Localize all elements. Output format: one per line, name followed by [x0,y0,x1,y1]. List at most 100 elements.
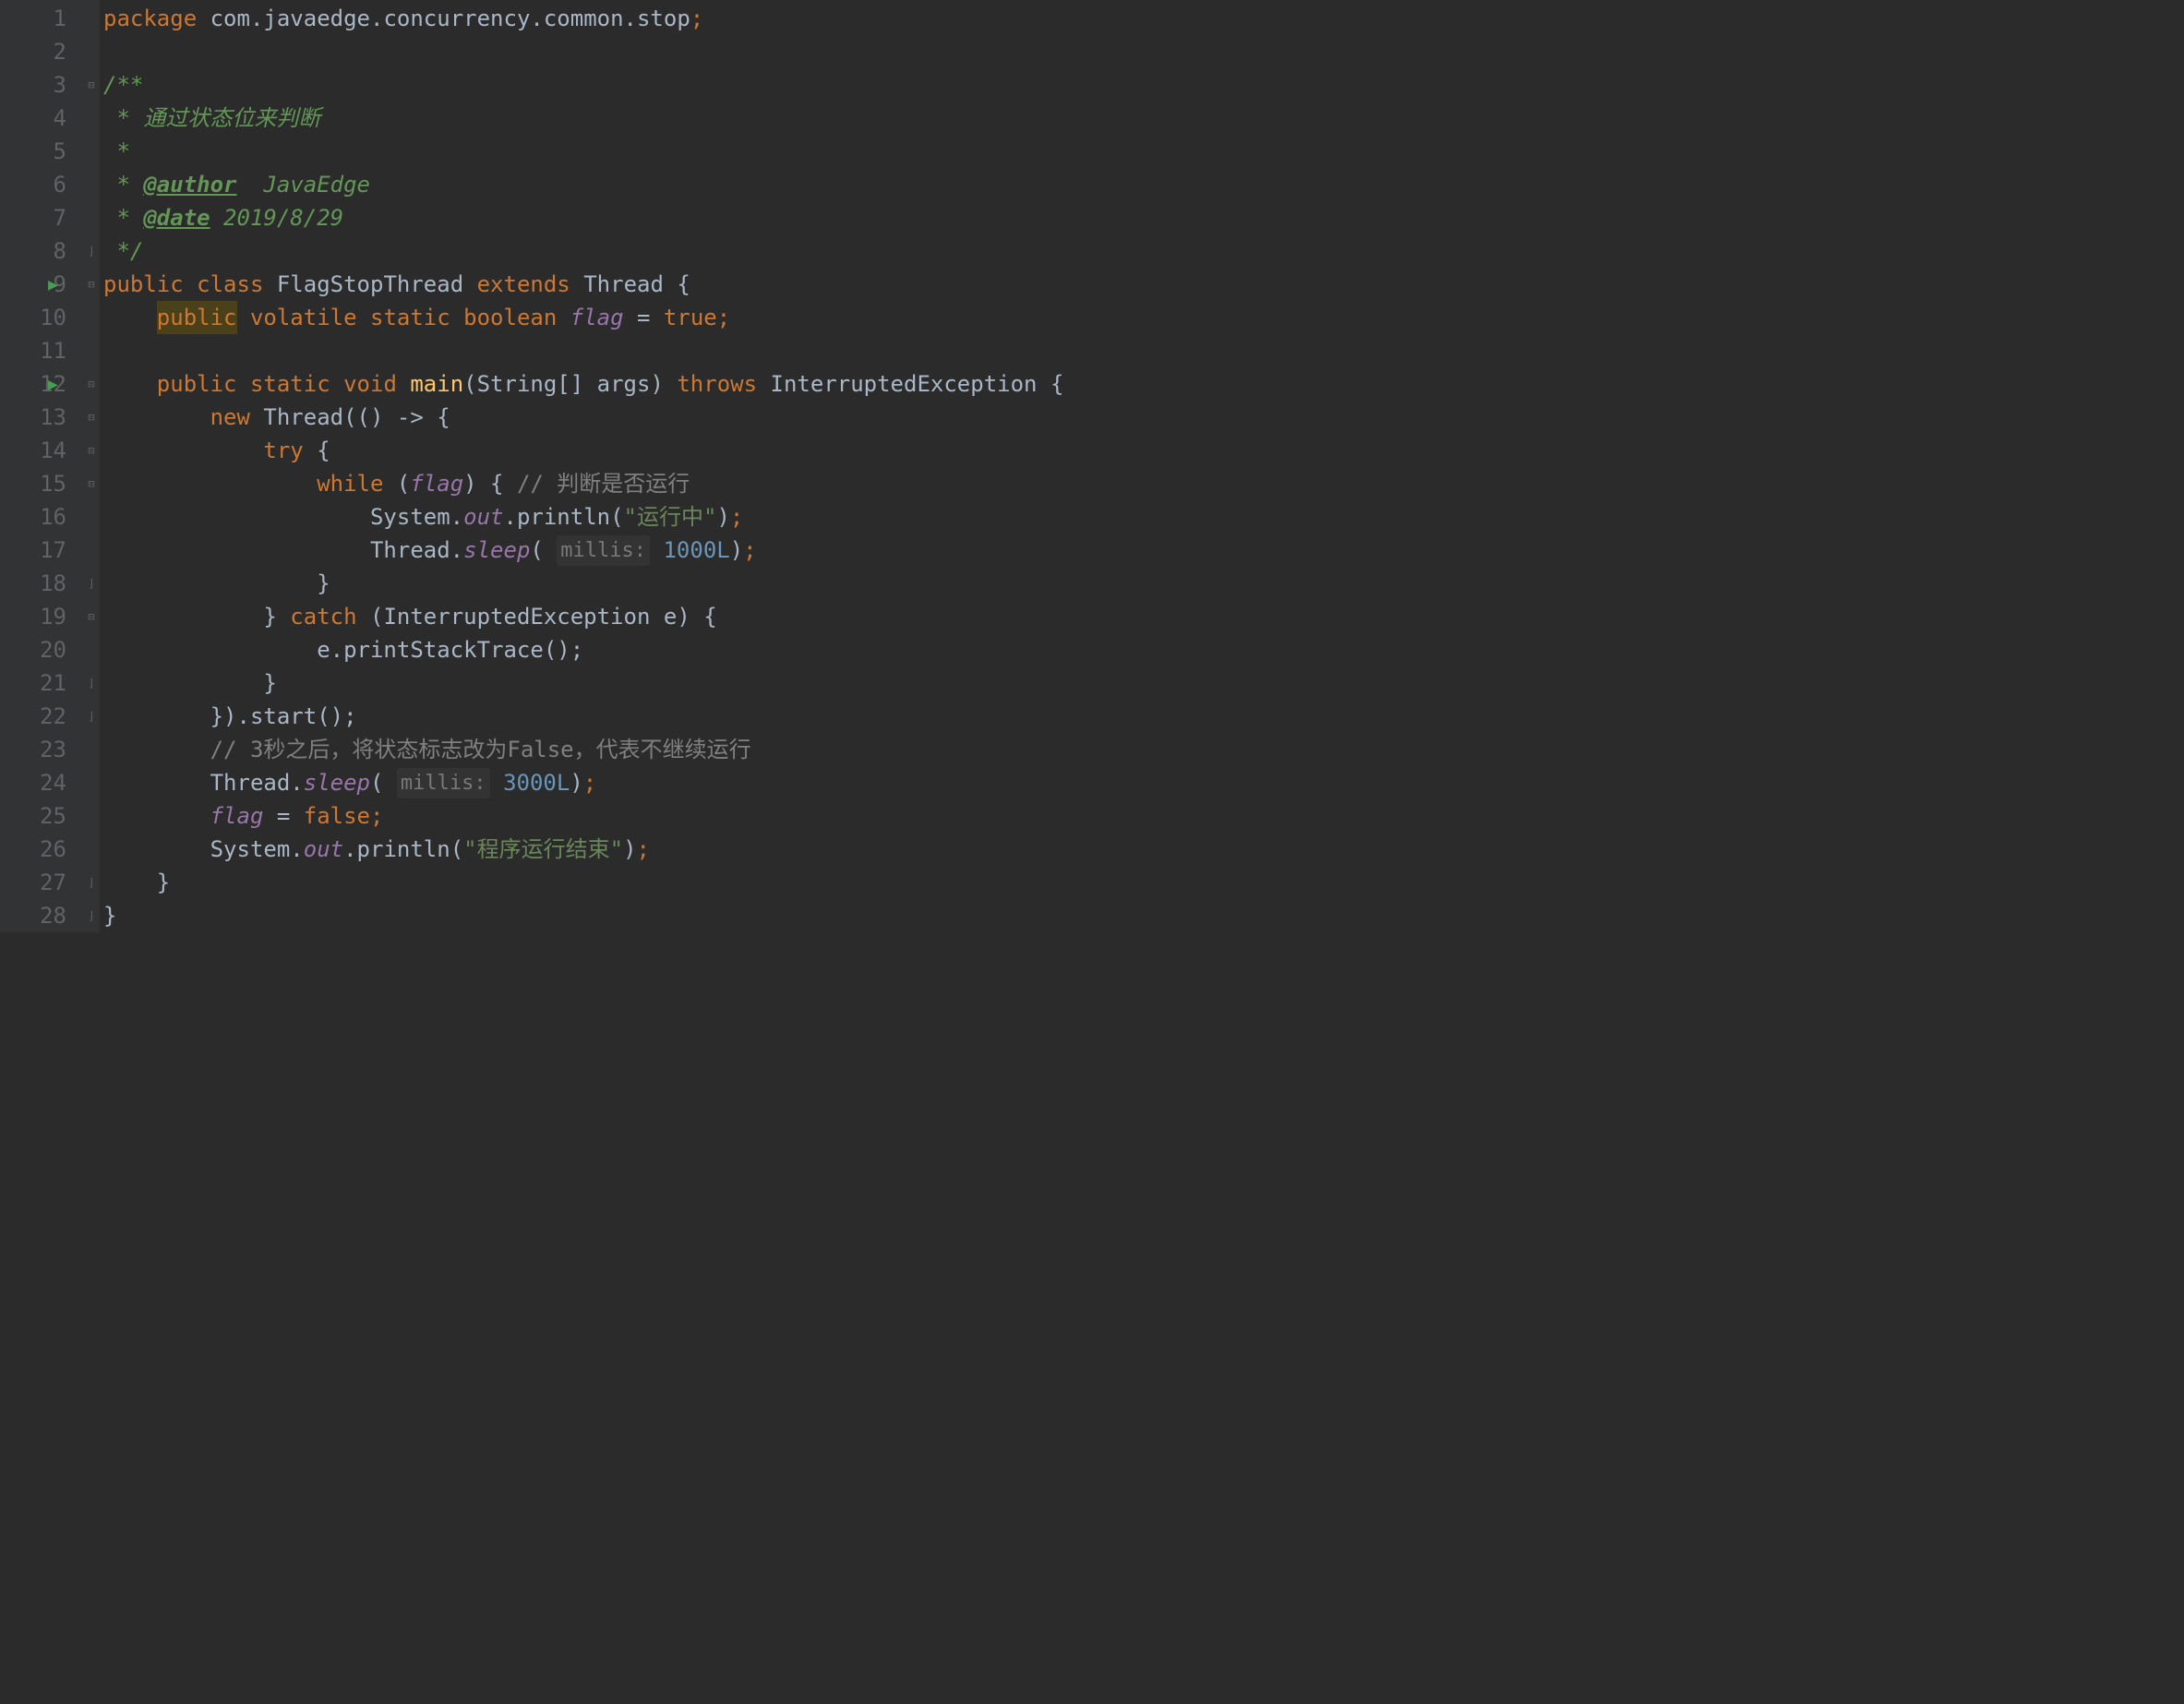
line-number[interactable]: 10 [0,301,83,334]
keyword-throws: throws [677,367,757,401]
run-icon[interactable]: ▶ [48,372,58,397]
line-number[interactable]: 15 [0,467,83,500]
code-line[interactable]: flag = false; [103,799,2184,833]
line-number[interactable]: 4 [0,102,83,135]
line-number[interactable]: 17 [0,534,83,567]
code-line[interactable]: */ [103,234,2184,268]
code-line[interactable]: * @author JavaEdge [103,168,2184,201]
line-number[interactable]: 24 [0,766,83,799]
println: .println( [504,500,624,534]
equals: = [624,301,664,334]
semicolon: ; [743,534,756,567]
code-line[interactable]: } [103,866,2184,899]
fold-toggle-icon[interactable]: ⊟ [83,68,100,102]
fold-marker [83,500,100,534]
line-number[interactable]: 16 [0,500,83,534]
code-editor[interactable]: package com.javaedge.concurrency.common.… [100,0,2184,932]
field-flag: flag [570,301,624,334]
keyword-package: package [103,2,197,35]
code-line[interactable]: } [103,899,2184,932]
code-line[interactable]: public volatile static boolean flag = tr… [103,301,2184,334]
code-line[interactable]: }).start(); [103,700,2184,733]
line-number[interactable]: ▶9 [0,268,83,301]
code-line[interactable]: public class FlagStopThread extends Thre… [103,268,2184,301]
line-number[interactable]: 26 [0,833,83,866]
semicolon: ; [637,833,650,866]
line-number[interactable]: 8 [0,234,83,268]
fold-end-icon[interactable]: ⌋ [83,899,100,932]
line-number[interactable]: 28 [0,899,83,932]
code-line[interactable]: // 3秒之后，将状态标志改为False，代表不继续运行 [103,733,2184,766]
line-number[interactable]: 13 [0,401,83,434]
line-number[interactable]: 25 [0,799,83,833]
line-number[interactable]: 5 [0,135,83,168]
brace: } [157,866,170,899]
fold-toggle-icon[interactable]: ⊟ [83,467,100,500]
line-number[interactable]: 21 [0,666,83,700]
code-line[interactable]: new Thread(() -> { [103,401,2184,434]
comment: // 判断是否运行 [517,467,690,500]
fold-end-icon[interactable]: ⌋ [83,567,100,600]
code-line[interactable]: Thread.sleep( millis: 3000L); [103,766,2184,799]
line-number[interactable]: 22 [0,700,83,733]
string-literal: "程序运行结束" [463,833,623,866]
fold-marker [83,534,100,567]
code-line[interactable]: * 通过状态位来判断 [103,102,2184,135]
fold-end-icon[interactable]: ⌋ [83,700,100,733]
keyword-class: class [197,268,263,301]
fold-toggle-icon[interactable]: ⊟ [83,600,100,633]
javadoc-star: * [103,201,143,234]
fold-marker [83,633,100,666]
line-number[interactable]: 27 [0,866,83,899]
code-line[interactable] [103,334,2184,367]
line-number[interactable]: 11 [0,334,83,367]
code-line[interactable]: System.out.println("程序运行结束"); [103,833,2184,866]
javadoc-star: * [103,102,143,135]
line-number[interactable]: 2 [0,35,83,68]
line-number[interactable]: 6 [0,168,83,201]
code-line[interactable]: public static void main(String[] args) t… [103,367,2184,401]
line-number[interactable]: 20 [0,633,83,666]
line-number[interactable]: 1 [0,2,83,35]
line-number[interactable]: 19 [0,600,83,633]
keyword-catch: catch [290,600,356,633]
code-line[interactable]: * @date 2019/8/29 [103,201,2184,234]
line-number[interactable]: 23 [0,733,83,766]
param-hint-millis: millis: [557,535,650,566]
keyword-volatile: volatile [250,301,357,334]
javadoc-start: /** [103,68,143,102]
line-number[interactable]: ▶12 [0,367,83,401]
run-icon[interactable]: ▶ [48,272,58,297]
line-number[interactable]: 18 [0,567,83,600]
code-line[interactable]: } [103,567,2184,600]
code-line[interactable]: while (flag) { // 判断是否运行 [103,467,2184,500]
field-out: out [304,833,343,866]
line-number[interactable]: 14 [0,434,83,467]
line-number[interactable]: 3 [0,68,83,102]
code-line[interactable]: Thread.sleep( millis: 1000L); [103,534,2184,567]
code-line[interactable]: try { [103,434,2184,467]
package-name: com.javaedge.concurrency.common.stop [210,2,690,35]
fold-toggle-icon[interactable]: ⊟ [83,367,100,401]
code-line[interactable]: } catch (InterruptedException e) { [103,600,2184,633]
brace: { [677,268,690,301]
fold-end-icon[interactable]: ⌋ [83,666,100,700]
code-line[interactable]: } [103,666,2184,700]
fold-toggle-icon[interactable]: ⊟ [83,268,100,301]
code-line[interactable]: System.out.println("运行中"); [103,500,2184,534]
fold-toggle-icon[interactable]: ⊟ [83,434,100,467]
code-line[interactable] [103,35,2184,68]
code-line[interactable]: * [103,135,2184,168]
code-line[interactable]: package com.javaedge.concurrency.common.… [103,2,2184,35]
code-line[interactable]: e.printStackTrace(); [103,633,2184,666]
keyword-void: void [343,367,397,401]
line-number[interactable]: 7 [0,201,83,234]
thread-ctor: Thread(() -> { [250,401,450,434]
semicolon: ; [370,799,383,833]
brace: } [103,899,116,932]
fold-end-icon[interactable]: ⌋ [83,866,100,899]
fold-toggle-icon[interactable]: ⊟ [83,401,100,434]
code-line[interactable]: /** [103,68,2184,102]
class-name: FlagStopThread [277,268,463,301]
fold-end-icon[interactable]: ⌋ [83,234,100,268]
